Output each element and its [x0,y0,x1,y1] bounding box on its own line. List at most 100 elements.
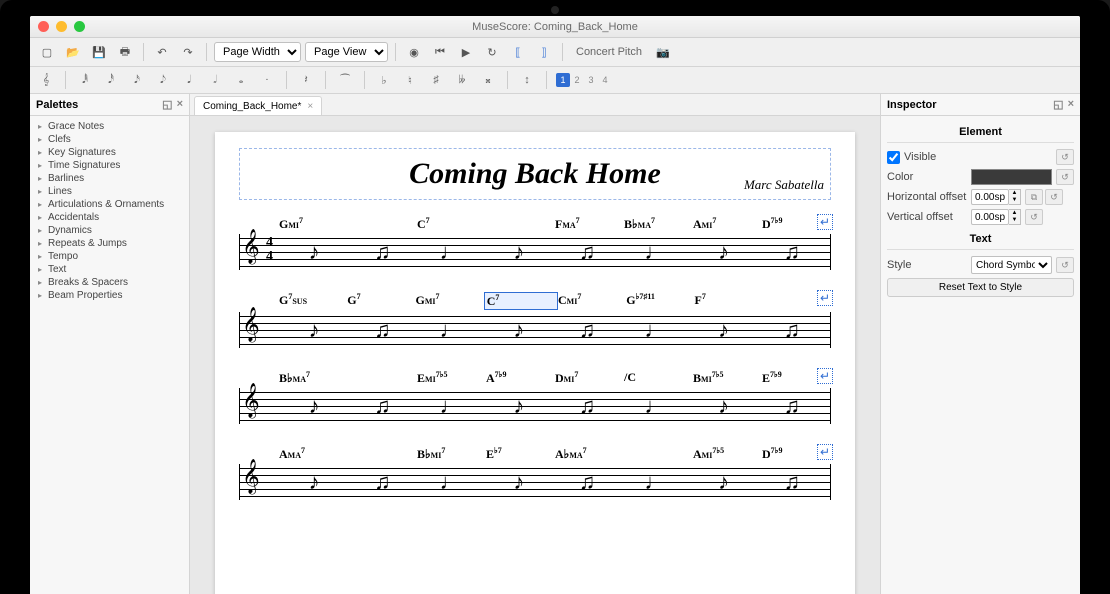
loop-in-button[interactable]: ⟦ [507,42,529,62]
palette-item[interactable]: ▸Accidentals [30,211,189,224]
note[interactable]: ♫ [348,312,416,348]
loop-out-button[interactable]: ⟧ [533,42,555,62]
duration-64th[interactable]: 𝅘𝅥𝅱 [75,70,95,90]
concert-pitch-button[interactable]: Concert Pitch [570,46,648,58]
anchor-icon[interactable]: ⧉ [1025,189,1043,205]
duration-32nd[interactable]: 𝅘𝅥𝅰 [101,70,121,90]
treble-clef[interactable]: 𝄞 [242,230,260,264]
duration-half[interactable]: 𝅗𝅥 [205,70,225,90]
color-picker[interactable] [971,169,1052,185]
reset-text-to-style-button[interactable]: Reset Text to Style [887,278,1074,297]
staff[interactable]: 𝄞♪♫♩♪♫♩♪♫ [239,388,831,424]
note[interactable]: ♩ [417,388,485,424]
duration-16th[interactable]: 𝅘𝅥𝅯 [127,70,147,90]
close-window-button[interactable] [38,21,49,32]
palette-item[interactable]: ▸Text [30,263,189,276]
chord-symbol[interactable]: AMI7 [693,216,762,232]
note[interactable]: ♫ [348,388,416,424]
palette-item[interactable]: ▸Breaks & Spacers [30,276,189,289]
chord-symbol[interactable]: G7SUS [279,292,347,310]
score-canvas[interactable]: Coming Back Home Marc Sabatella GMI7 C7 FM… [190,116,880,594]
open-file-button[interactable]: 📂 [62,42,84,62]
note[interactable]: ♫ [758,464,826,500]
note[interactable]: ♩ [621,312,689,348]
note[interactable]: ♩ [621,234,689,270]
save-file-button[interactable]: 💾 [88,42,110,62]
chord-symbol[interactable]: AMA7 [279,446,348,462]
note[interactable]: ♫ [758,234,826,270]
loop-button[interactable]: ↻ [481,42,503,62]
close-panel-icon[interactable]: × [177,98,183,111]
chord-symbol[interactable]: AMI7♭5 [693,446,762,462]
note[interactable]: ♫ [553,464,621,500]
chord-symbol[interactable]: CMI7 [558,292,626,310]
system-break-icon[interactable]: ↵ [817,444,833,460]
note[interactable]: ♫ [758,312,826,348]
chord-symbol[interactable]: BMI7♭5 [693,370,762,386]
reset-color-button[interactable]: ↺ [1056,169,1074,185]
palette-item[interactable]: ▸Articulations & Ornaments [30,198,189,211]
note[interactable]: ♫ [348,464,416,500]
palette-item[interactable]: ▸Barlines [30,172,189,185]
chord-symbol[interactable]: FMA7 [555,216,624,232]
print-button[interactable]: 🖶 [114,42,136,62]
treble-clef[interactable]: 𝄞 [242,384,260,418]
palette-item[interactable]: ▸Lines [30,185,189,198]
palette-item[interactable]: ▸Key Signatures [30,146,189,159]
time-signature[interactable]: 44 [266,236,273,264]
spin-up-icon[interactable]: ▲ [1009,190,1020,197]
note[interactable]: ♪ [485,464,553,500]
treble-clef[interactable]: 𝄞 [242,460,260,494]
chord-symbol[interactable]: GMI7 [279,216,348,232]
note[interactable]: ♪ [690,388,758,424]
system-break-icon[interactable]: ↵ [817,214,833,230]
note[interactable]: ♪ [485,312,553,348]
chord-symbol[interactable]: /C [624,370,693,386]
voice-2-button[interactable]: 2 [570,73,584,87]
undock-icon[interactable]: ◱ [162,98,172,111]
note[interactable]: ♩ [417,312,485,348]
chord-symbol[interactable]: B♭MI7 [417,446,486,462]
chord-symbol[interactable]: G♭7♯11 [626,292,694,310]
chord-symbol[interactable] [348,446,417,462]
spin-up-icon[interactable]: ▲ [1009,210,1020,217]
palette-item[interactable]: ▸Dynamics [30,224,189,237]
note[interactable]: ♪ [280,312,348,348]
zoom-select[interactable]: Page Width [214,42,301,62]
note[interactable]: ♪ [690,464,758,500]
chord-symbol[interactable]: C7 [417,216,486,232]
palette-item[interactable]: ▸Repeats & Jumps [30,237,189,250]
composer-text[interactable]: Marc Sabatella [744,177,824,193]
document-tab[interactable]: Coming_Back_Home* × [194,96,322,115]
score-title[interactable]: Coming Back Home [244,157,826,191]
reset-style-button[interactable]: ↺ [1056,257,1074,273]
camera-icon[interactable]: 📷 [652,42,674,62]
voice-3-button[interactable]: 3 [584,73,598,87]
undock-icon[interactable]: ◱ [1053,98,1063,111]
text-style-select[interactable]: Chord Symbol [971,256,1052,274]
voice-4-button[interactable]: 4 [598,73,612,87]
undo-button[interactable]: ↶ [151,42,173,62]
chord-symbol[interactable]: A7♭9 [486,370,555,386]
reset-hoffset-button[interactable]: ↺ [1045,189,1063,205]
palette-item[interactable]: ▸Beam Properties [30,289,189,302]
note-input-button[interactable]: 𝄞 [36,70,56,90]
chord-symbol[interactable]: EMI7♭5 [417,370,486,386]
system-break-icon[interactable]: ↵ [817,290,833,306]
flip-button[interactable]: ↕ [517,70,537,90]
sharp-button[interactable]: ♯ [426,70,446,90]
metronome-button[interactable]: ◉ [403,42,425,62]
chord-symbol[interactable]: B♭MA7 [624,216,693,232]
maximize-window-button[interactable] [74,21,85,32]
system-break-icon[interactable]: ↵ [817,368,833,384]
flat-button[interactable]: ♭ [374,70,394,90]
note[interactable]: ♪ [280,388,348,424]
visible-checkbox[interactable] [887,151,900,164]
staff[interactable]: 𝄞♪♫♩♪♫♩♪♫ [239,464,831,500]
chord-symbol[interactable]: C7 [484,292,558,310]
note[interactable]: ♫ [553,312,621,348]
close-tab-icon[interactable]: × [307,101,313,112]
treble-clef[interactable]: 𝄞 [242,308,260,342]
staff[interactable]: 𝄞44♪♫♩♪♫♩♪♫ [239,234,831,270]
chord-symbol[interactable] [348,216,417,232]
